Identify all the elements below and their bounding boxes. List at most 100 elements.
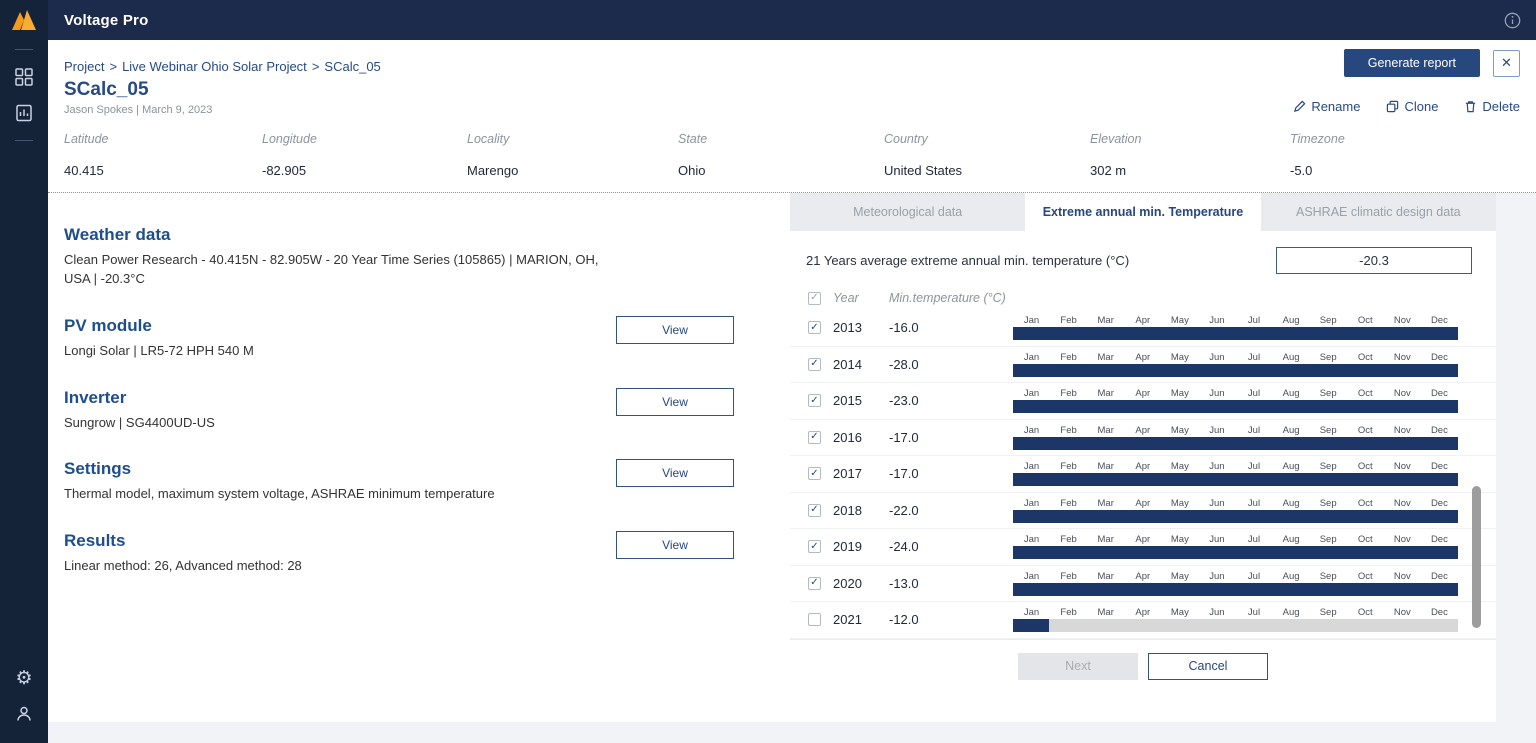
coverage-bar-fill [1013, 546, 1458, 560]
month-label: Sep [1319, 570, 1337, 582]
month-label: Sep [1319, 497, 1337, 509]
generate-report-button[interactable]: Generate report [1343, 49, 1480, 77]
row-checkbox[interactable]: ✓ [808, 321, 821, 335]
month-label: Dec [1430, 351, 1448, 363]
table-row: 2021 -12.0 Jan Feb Mar Apr May Jun Jul Aug Sep Oct N… [790, 602, 1496, 639]
next-button[interactable]: Next [1018, 652, 1138, 680]
trash-icon [1466, 101, 1476, 113]
sidebar-item-settings[interactable]: ⚙ [0, 663, 48, 693]
row-month-bar: Jan Feb Mar Apr May Jun Jul Aug Sep Oct Nov Dec [1013, 352, 1458, 377]
month-label: Apr [1135, 534, 1151, 546]
view-button[interactable]: View [616, 387, 734, 416]
month-label: Nov [1393, 461, 1411, 473]
sidebar-item-reports[interactable] [0, 98, 48, 128]
coverage-bar-track [1013, 436, 1458, 450]
location-field: Timezone -5.0 [1290, 132, 1520, 178]
row-min-temperature: -24.0 [889, 539, 919, 555]
year-column-header: Year [833, 291, 859, 305]
row-checkbox[interactable]: ✓ [808, 394, 821, 408]
month-label: Nov [1393, 351, 1411, 363]
average-temperature-value: -20.3 [1276, 247, 1472, 274]
table-row: ✓ 2014 -28.0 Jan Feb Mar Apr May Jun Jul Aug Sep Oct… [790, 347, 1496, 383]
app-logo[interactable] [0, 0, 48, 40]
info-icon [1504, 12, 1520, 28]
row-checkbox[interactable]: ✓ [808, 503, 821, 517]
month-label: Mar [1097, 461, 1114, 473]
coverage-bar-track [1013, 400, 1458, 414]
tab-ashrae-climatic-design-data[interactable]: ASHRAE climatic design data [1260, 193, 1496, 231]
row-checkbox[interactable] [808, 613, 821, 627]
month-label: Apr [1135, 497, 1151, 509]
info-button[interactable] [1500, 8, 1524, 32]
month-labels: Jan Feb Mar Apr May Jun Jul Aug Sep Oct Nov Dec [1013, 461, 1458, 472]
row-min-temperature: -28.0 [889, 356, 919, 372]
view-button[interactable]: View [616, 531, 734, 560]
month-label: May [1170, 388, 1189, 400]
page-header: Project > Live Webinar Ohio Solar Project >… [48, 40, 1536, 193]
min-temperature-column-header: Min.temperature (°C) [889, 291, 1006, 305]
vertical-scrollbar[interactable] [1472, 486, 1481, 628]
month-label: Feb [1060, 570, 1077, 582]
breadcrumb: Project > Live Webinar Ohio Solar Project >… [64, 49, 381, 74]
page-subtitle: Jason Spokes | March 9, 2023 [64, 104, 213, 116]
tab-meteorological-data[interactable]: Meteorological data [790, 193, 1026, 231]
user-icon [17, 706, 31, 721]
coverage-bar-fill [1013, 473, 1458, 487]
section-description: Thermal model, maximum system voltage, A… [64, 486, 495, 502]
close-button[interactable]: ✕ [1493, 49, 1520, 77]
month-label: Sep [1319, 424, 1337, 436]
month-labels: Jan Feb Mar Apr May Jun Jul Aug Sep Oct Nov Dec [1013, 534, 1458, 545]
section-actions: View [616, 531, 774, 560]
month-label: Nov [1393, 607, 1411, 619]
month-label: Sep [1319, 351, 1337, 363]
month-label: Jul [1247, 388, 1261, 400]
sidebar-item-dashboard[interactable] [0, 62, 48, 92]
rename-button[interactable]: Rename [1293, 99, 1360, 114]
month-label: Jul [1247, 461, 1261, 473]
row-checkbox[interactable]: ✓ [808, 467, 821, 481]
view-button[interactable]: View [616, 459, 734, 488]
table-row: ✓ 2016 -17.0 Jan Feb Mar Apr May Jun Jul Aug Sep Oct… [790, 420, 1496, 456]
sidebar-item-account[interactable] [0, 699, 48, 729]
section-actions: View [616, 459, 774, 488]
coverage-bar-fill [1013, 436, 1458, 450]
table-row: ✓ 2013 -16.0 Jan Feb Mar Apr May Jun Jul Aug Sep Oct… [790, 310, 1496, 347]
location-field-label: State [678, 132, 708, 146]
cancel-button[interactable]: Cancel [1148, 652, 1268, 680]
coverage-bar-track [1013, 546, 1458, 560]
view-button[interactable]: View [616, 315, 734, 344]
section-actions: View [616, 315, 774, 344]
month-label: Jan [1023, 424, 1040, 436]
tab-extreme-annual-min-temperature[interactable]: Extreme annual min. Temperature [1025, 193, 1261, 231]
month-label: May [1170, 607, 1189, 619]
month-label: Aug [1282, 534, 1300, 546]
month-label: Feb [1060, 388, 1077, 400]
breadcrumb-item[interactable]: Live Webinar Ohio Solar Project [122, 59, 307, 74]
clone-button[interactable]: Clone [1386, 99, 1438, 114]
month-label: Nov [1393, 388, 1411, 400]
month-label: Dec [1430, 461, 1448, 473]
month-label: Nov [1393, 315, 1411, 327]
row-month-bar: Jan Feb Mar Apr May Jun Jul Aug Sep Oct Nov Dec [1013, 388, 1458, 414]
location-field-value: 40.415 [64, 163, 104, 178]
section-title: PV module [64, 315, 152, 335]
row-year: 2019 [833, 539, 862, 555]
coverage-bar-fill [1013, 363, 1458, 377]
row-year: 2015 [833, 393, 862, 409]
coverage-bar-fill [1013, 619, 1049, 633]
month-label: Oct [1357, 607, 1373, 619]
row-checkbox[interactable]: ✓ [808, 357, 821, 371]
month-labels: Jan Feb Mar Apr May Jun Jul Aug Sep Oct Nov Dec [1013, 315, 1458, 326]
breadcrumb-item[interactable]: SCalc_05 [324, 59, 380, 74]
select-all-checkbox[interactable]: ✓ [808, 291, 821, 305]
month-label: Oct [1357, 424, 1373, 436]
row-checkbox[interactable]: ✓ [808, 576, 821, 590]
topbar: Voltage Pro [48, 0, 1536, 40]
location-field-label: Elevation [1090, 132, 1142, 146]
breadcrumb-item[interactable]: Project [64, 59, 104, 74]
row-min-temperature: -17.0 [889, 466, 919, 482]
row-checkbox[interactable]: ✓ [808, 430, 821, 444]
section-description: Clean Power Research - 40.415N - 82.905W… [64, 252, 599, 286]
row-checkbox[interactable]: ✓ [808, 540, 821, 554]
delete-button[interactable]: Delete [1464, 99, 1520, 114]
